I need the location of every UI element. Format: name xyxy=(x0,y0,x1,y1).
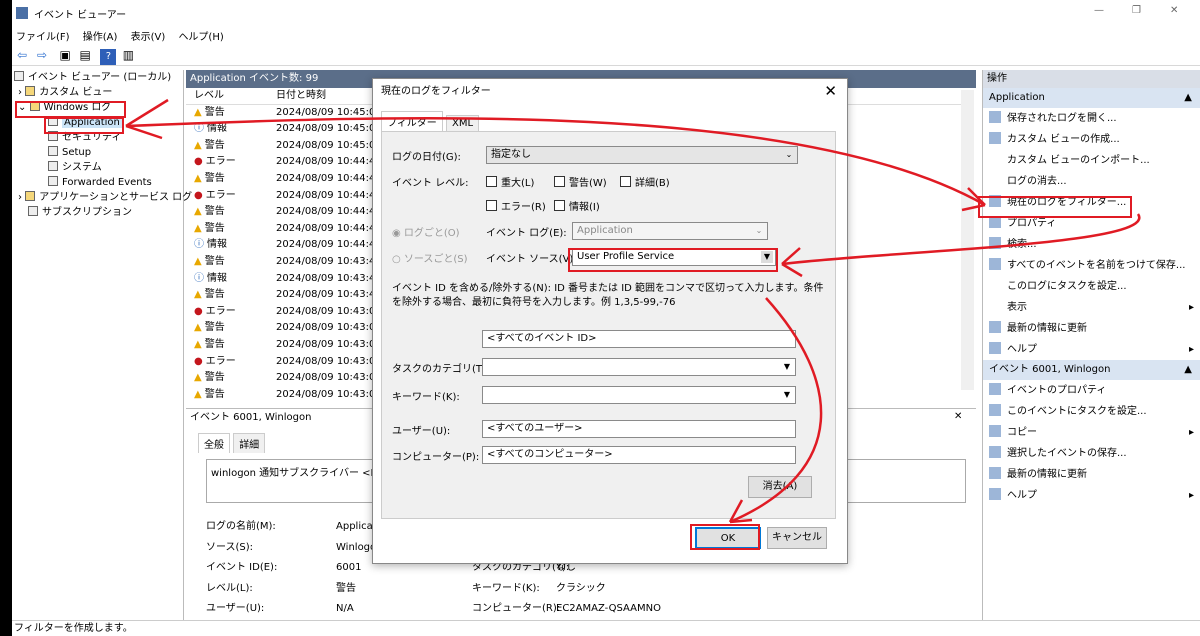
arrowhead-application xyxy=(125,98,169,140)
arrow-to-source xyxy=(781,213,1141,266)
annotation-arrows xyxy=(125,98,1141,524)
arrow-to-ok xyxy=(729,297,823,524)
arrowhead-ok xyxy=(728,499,753,524)
arrow-to-filter-action xyxy=(125,117,986,207)
